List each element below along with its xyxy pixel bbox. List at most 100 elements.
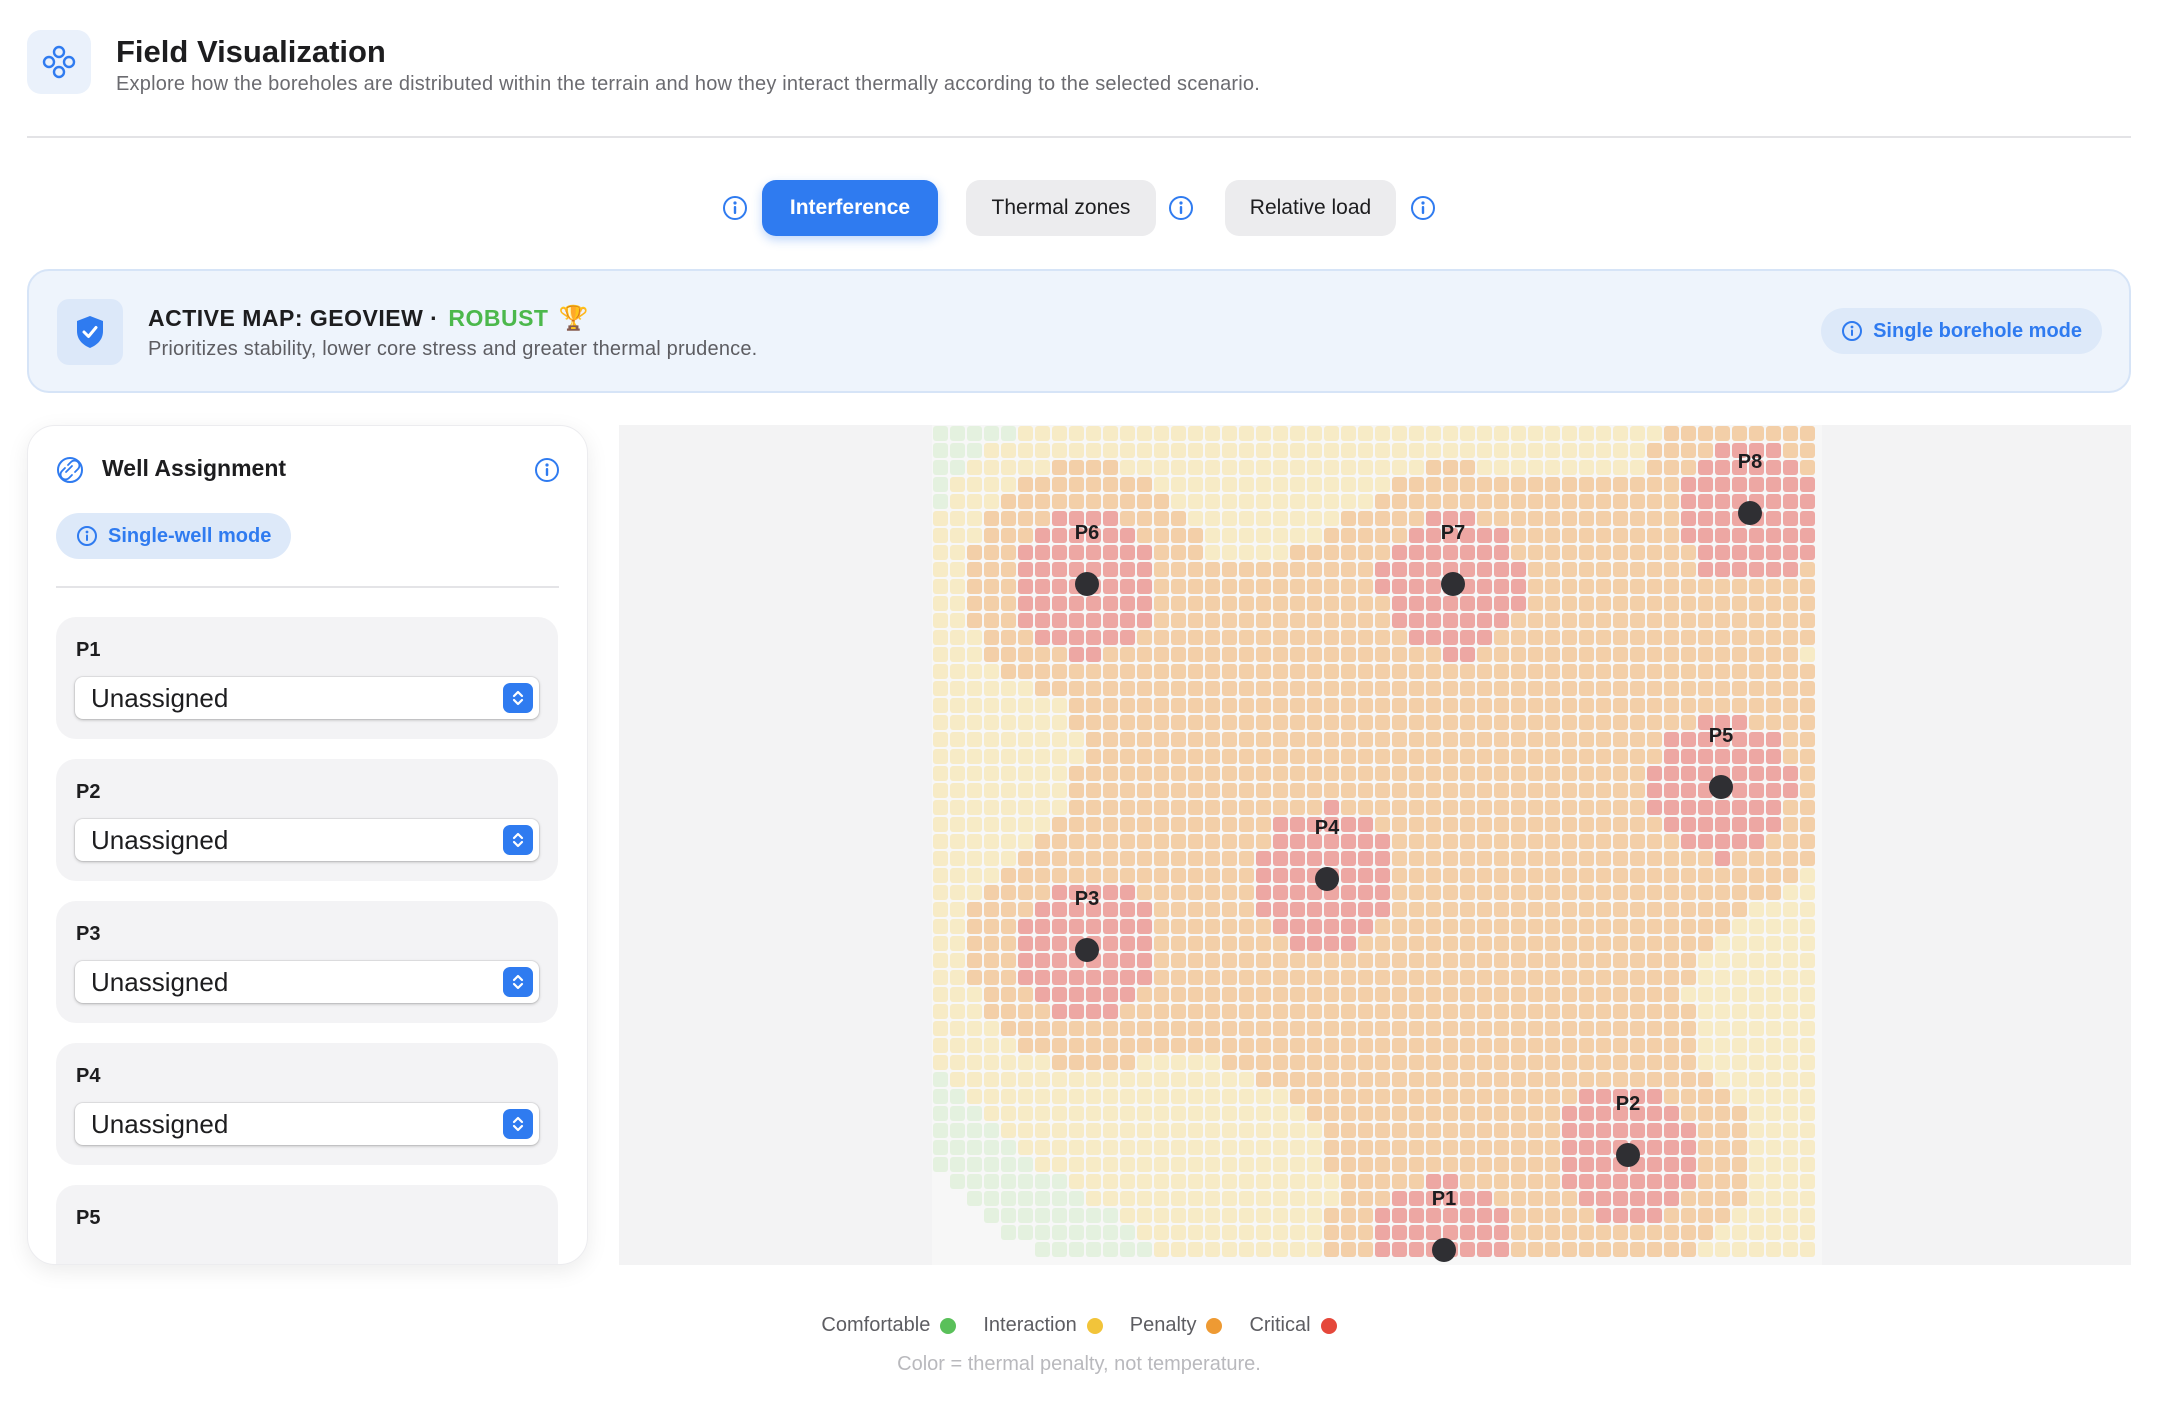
heat-cell bbox=[1171, 970, 1186, 985]
tab-thermal-zones[interactable]: Thermal zones bbox=[966, 180, 1156, 236]
heat-cell bbox=[1375, 1208, 1390, 1223]
heat-cell bbox=[933, 562, 948, 577]
heat-cell bbox=[1018, 902, 1033, 917]
heat-cell bbox=[1562, 647, 1577, 662]
heat-cell bbox=[1494, 953, 1509, 968]
heat-cell bbox=[1273, 902, 1288, 917]
interference-info-icon[interactable] bbox=[721, 194, 749, 222]
heat-cell bbox=[1630, 613, 1645, 628]
heat-cell bbox=[1426, 1106, 1441, 1121]
heat-cell bbox=[1766, 1106, 1781, 1121]
heat-cell bbox=[1256, 936, 1271, 951]
well-select-p4[interactable]: Unassigned bbox=[75, 1103, 539, 1145]
field-map: P1 P2 P3 P4 P5 P6 P7 P8 bbox=[619, 425, 2131, 1265]
heat-cell bbox=[1681, 783, 1696, 798]
well-select-value: Unassigned bbox=[91, 1108, 229, 1139]
heat-cell bbox=[1477, 630, 1492, 645]
borehole-marker[interactable] bbox=[1616, 1143, 1640, 1167]
heat-cell bbox=[1273, 1106, 1288, 1121]
borehole-marker[interactable] bbox=[1432, 1238, 1456, 1262]
heat-cell bbox=[984, 1123, 999, 1138]
heat-cell bbox=[1766, 460, 1781, 475]
heat-cell bbox=[1035, 630, 1050, 645]
heat-cell bbox=[1630, 902, 1645, 917]
heat-cell bbox=[1460, 1140, 1475, 1155]
heat-cell bbox=[1698, 511, 1713, 526]
heat-cell bbox=[1766, 1021, 1781, 1036]
heat-cell bbox=[1273, 545, 1288, 560]
heat-cell bbox=[1001, 647, 1016, 662]
heat-cell bbox=[1256, 664, 1271, 679]
single-well-mode-button[interactable]: Single-well mode bbox=[56, 513, 292, 559]
heat-cell bbox=[1392, 1225, 1407, 1240]
heat-cell bbox=[1766, 1225, 1781, 1240]
heat-cell bbox=[1307, 919, 1322, 934]
heat-cell bbox=[1647, 766, 1662, 781]
heat-cell bbox=[1562, 800, 1577, 815]
heat-cell bbox=[1715, 851, 1730, 866]
heat-cell bbox=[1732, 647, 1747, 662]
heat-cell bbox=[1256, 511, 1271, 526]
heat-cell bbox=[1205, 1225, 1220, 1240]
heat-cell bbox=[950, 511, 965, 526]
heat-cell bbox=[1290, 851, 1305, 866]
heat-cell bbox=[1341, 902, 1356, 917]
borehole-marker[interactable] bbox=[1075, 572, 1099, 596]
heat-cell bbox=[1290, 1055, 1305, 1070]
heat-cell bbox=[1800, 1004, 1815, 1019]
heat-cell bbox=[1171, 936, 1186, 951]
heat-cell bbox=[933, 613, 948, 628]
heat-cell bbox=[1103, 426, 1118, 441]
heat-cell bbox=[1375, 902, 1390, 917]
heat-cell bbox=[950, 1055, 965, 1070]
heat-cell bbox=[1137, 885, 1152, 900]
heat-cell bbox=[1596, 698, 1611, 713]
heat-cell bbox=[1647, 1174, 1662, 1189]
borehole-marker[interactable] bbox=[1738, 501, 1762, 525]
heat-cell bbox=[1222, 1225, 1237, 1240]
heat-cell bbox=[1001, 613, 1016, 628]
heat-cell bbox=[1018, 1038, 1033, 1053]
heat-cell bbox=[1630, 1242, 1645, 1257]
well-assignment-info-icon[interactable] bbox=[533, 456, 561, 484]
borehole-marker[interactable] bbox=[1709, 775, 1733, 799]
heat-cell bbox=[1647, 426, 1662, 441]
borehole-marker[interactable] bbox=[1075, 938, 1099, 962]
heat-cell bbox=[1732, 1038, 1747, 1053]
well-select-p2[interactable]: Unassigned bbox=[75, 819, 539, 861]
borehole-marker[interactable] bbox=[1441, 572, 1465, 596]
heat-cell bbox=[1409, 800, 1424, 815]
heat-cell bbox=[1290, 749, 1305, 764]
heat-cell bbox=[1222, 1055, 1237, 1070]
heat-cell bbox=[1749, 1055, 1764, 1070]
heat-cell bbox=[1273, 1208, 1288, 1223]
heat-cell bbox=[1409, 596, 1424, 611]
heat-cell bbox=[1596, 1004, 1611, 1019]
heat-cell bbox=[984, 664, 999, 679]
heat-cell bbox=[1222, 596, 1237, 611]
heat-cell bbox=[1494, 681, 1509, 696]
heat-cell bbox=[1290, 528, 1305, 543]
single-borehole-mode-button[interactable]: Single borehole mode bbox=[1821, 308, 2102, 354]
well-select-p1[interactable]: Unassigned bbox=[75, 677, 539, 719]
heat-cell bbox=[1460, 919, 1475, 934]
borehole-marker[interactable] bbox=[1315, 867, 1339, 891]
heat-cell bbox=[1579, 817, 1594, 832]
heat-cell bbox=[1392, 766, 1407, 781]
heat-cell bbox=[1494, 1106, 1509, 1121]
heat-cell bbox=[1018, 1021, 1033, 1036]
heat-cell bbox=[1375, 1038, 1390, 1053]
heat-cell bbox=[1426, 1208, 1441, 1223]
heat-cell bbox=[1511, 613, 1526, 628]
heat-cell bbox=[1341, 1004, 1356, 1019]
heat-cell bbox=[1018, 885, 1033, 900]
heat-cell bbox=[1732, 681, 1747, 696]
thermal-zones-info-icon[interactable] bbox=[1167, 194, 1195, 222]
heat-cell bbox=[1766, 868, 1781, 883]
tab-relative-load[interactable]: Relative load bbox=[1225, 180, 1396, 236]
well-select-p3[interactable]: Unassigned bbox=[75, 961, 539, 1003]
heat-cell bbox=[1375, 817, 1390, 832]
heat-cell bbox=[1222, 885, 1237, 900]
relative-load-info-icon[interactable] bbox=[1409, 194, 1437, 222]
tab-interference[interactable]: Interference bbox=[762, 180, 938, 236]
